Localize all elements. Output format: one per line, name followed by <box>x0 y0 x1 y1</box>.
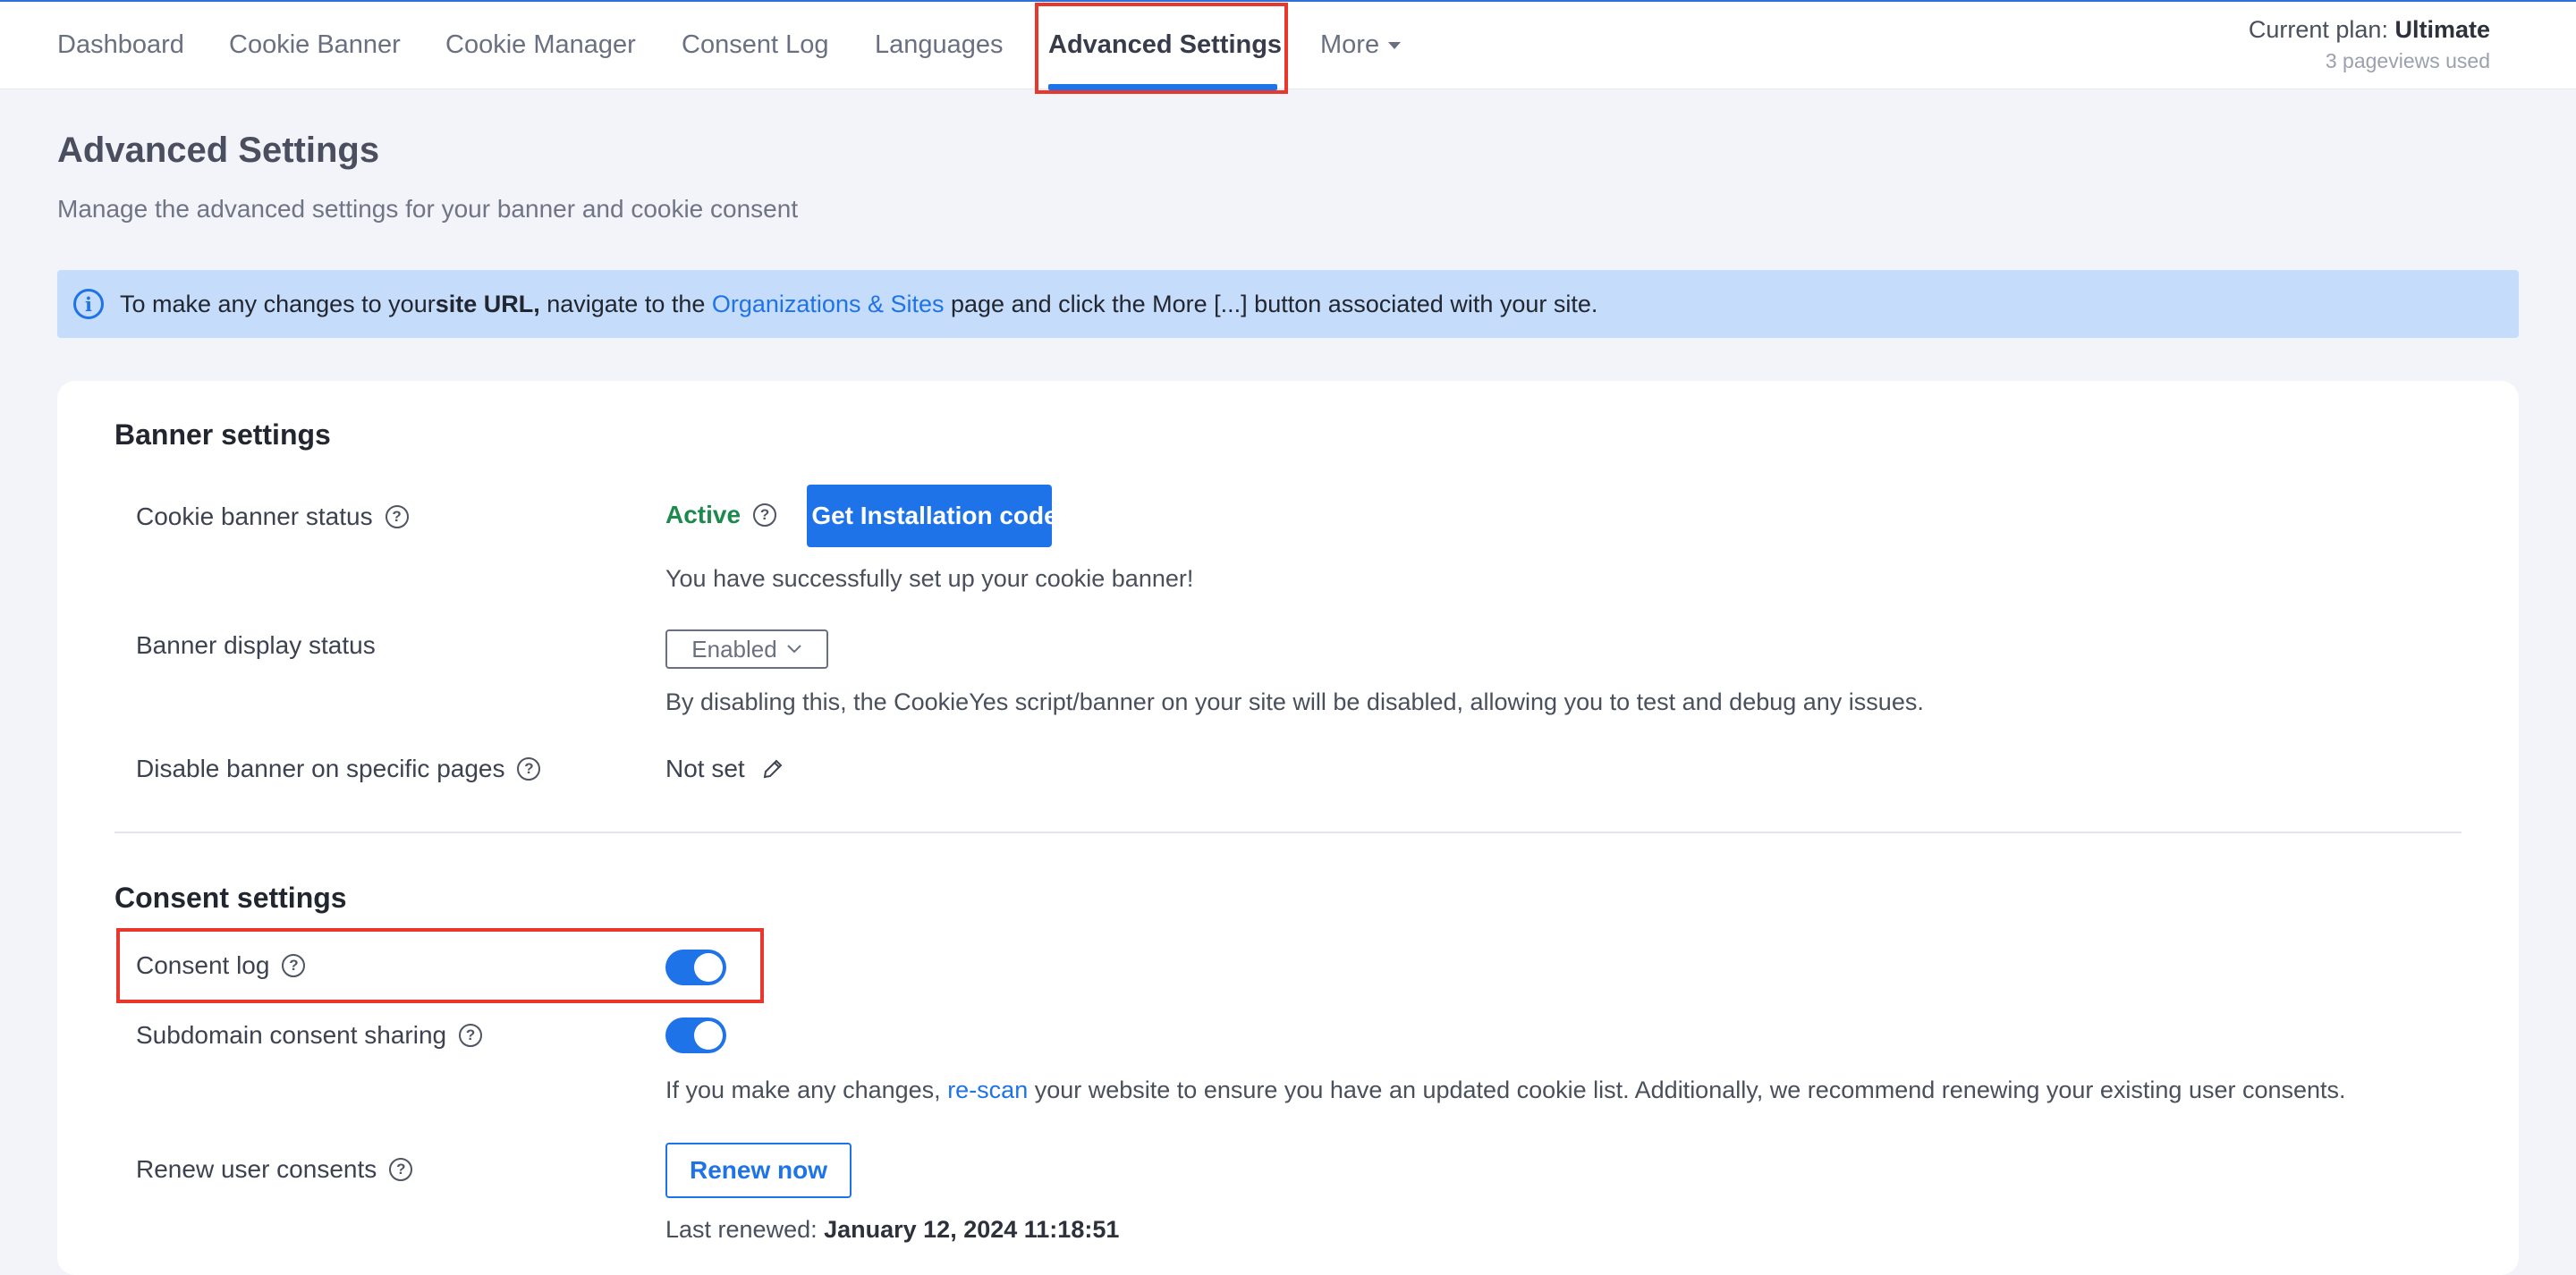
settings-card <box>57 381 2519 1275</box>
renew-user-consents-label: Renew user consents ? <box>136 1155 413 1184</box>
consent-log-text: Consent log <box>136 951 270 979</box>
info-icon: i <box>73 289 104 319</box>
plan-info: Current plan: Ultimate 3 pageviews used <box>2249 16 2490 73</box>
get-installation-code-label: Get Installation code <box>811 502 1058 529</box>
page-subtitle: Manage the advanced settings for your ba… <box>57 195 799 223</box>
banner-display-status-label: Banner display status <box>136 631 376 659</box>
cookie-banner-status-value: Active ? <box>665 501 777 529</box>
active-tab-indicator <box>1048 84 1277 90</box>
cookie-banner-status-text: Cookie banner status <box>136 502 373 530</box>
subdomain-consent-label: Subdomain consent sharing ? <box>136 1021 483 1050</box>
nav-more-label: More <box>1320 30 1380 59</box>
get-installation-code-button[interactable]: Get Installation code <box>807 485 1058 547</box>
info-text-bold: site URL, <box>435 290 540 317</box>
last-renewed-value: January 12, 2024 11:18:51 <box>824 1216 1120 1243</box>
nav-languages[interactable]: Languages <box>875 30 1004 60</box>
subdomain-consent-toggle[interactable] <box>665 1017 726 1053</box>
rescan-description: If you make any changes, re-scan your we… <box>665 1077 2346 1104</box>
rescan-text-1: If you make any changes, <box>665 1077 948 1103</box>
caret-down-icon <box>1388 42 1402 50</box>
subdomain-consent-text: Subdomain consent sharing <box>136 1021 447 1049</box>
consent-log-toggle[interactable] <box>665 950 726 985</box>
nav-cookie-banner[interactable]: Cookie Banner <box>229 30 401 60</box>
nav-consent-log[interactable]: Consent Log <box>682 30 828 60</box>
organizations-sites-link[interactable]: Organizations & Sites <box>712 291 945 318</box>
renew-now-button[interactable]: Renew now <box>665 1143 852 1198</box>
info-text-3: page and click the More [...] button ass… <box>944 290 1598 317</box>
status-description: You have successfully set up your cookie… <box>665 565 1194 592</box>
banner-display-status-value: Enabled <box>691 635 777 663</box>
chevron-down-icon <box>786 645 801 654</box>
info-text-1: To make any changes to your <box>120 290 436 317</box>
banner-display-status-select[interactable]: Enabled <box>665 629 828 669</box>
toggle-knob <box>694 953 723 982</box>
status-active-text: Active <box>665 501 741 528</box>
disable-banner-pages-text: Disable banner on specific pages <box>136 755 505 782</box>
re-scan-link[interactable]: re-scan <box>947 1077 1028 1103</box>
help-icon[interactable]: ? <box>282 954 306 977</box>
help-icon[interactable]: ? <box>385 505 409 528</box>
nav-advanced-settings[interactable]: Advanced Settings <box>1048 30 1282 60</box>
page-title: Advanced Settings <box>57 131 380 170</box>
renew-user-consents-text: Renew user consents <box>136 1155 377 1183</box>
top-navigation: Dashboard Cookie Banner Cookie Manager C… <box>0 0 2576 90</box>
nav-more[interactable]: More <box>1320 30 1402 60</box>
nav-cookie-manager[interactable]: Cookie Manager <box>445 30 636 60</box>
plan-label: Current plan: <box>2248 16 2388 43</box>
consent-log-label: Consent log ? <box>136 951 306 980</box>
help-icon[interactable]: ? <box>389 1158 413 1181</box>
display-description: By disabling this, the CookieYes script/… <box>665 688 1924 715</box>
info-text-2: navigate to the <box>539 290 712 317</box>
disable-banner-pages-label: Disable banner on specific pages ? <box>136 755 541 783</box>
last-renewed-label: Last renewed: <box>665 1216 825 1243</box>
cookie-banner-status-label: Cookie banner status ? <box>136 502 409 531</box>
nav-dashboard[interactable]: Dashboard <box>57 30 184 60</box>
help-icon[interactable]: ? <box>753 503 777 527</box>
banner-settings-title: Banner settings <box>114 418 331 451</box>
last-renewed: Last renewed: January 12, 2024 11:18:51 <box>665 1216 1119 1244</box>
section-divider <box>114 832 2462 833</box>
help-icon[interactable]: ? <box>517 757 541 781</box>
disable-banner-pages-value: Not set <box>665 755 784 783</box>
help-icon[interactable]: ? <box>459 1024 483 1047</box>
toggle-knob <box>694 1021 723 1050</box>
not-set-text: Not set <box>665 755 745 782</box>
plan-usage: 3 pageviews used <box>2325 49 2490 72</box>
plan-name: Ultimate <box>2394 16 2490 43</box>
consent-settings-title: Consent settings <box>114 882 347 914</box>
rescan-text-2: your website to ensure you have an updat… <box>1028 1077 2346 1103</box>
info-banner: i To make any changes to your site URL, … <box>57 270 2519 338</box>
pencil-edit-icon[interactable] <box>761 757 784 781</box>
